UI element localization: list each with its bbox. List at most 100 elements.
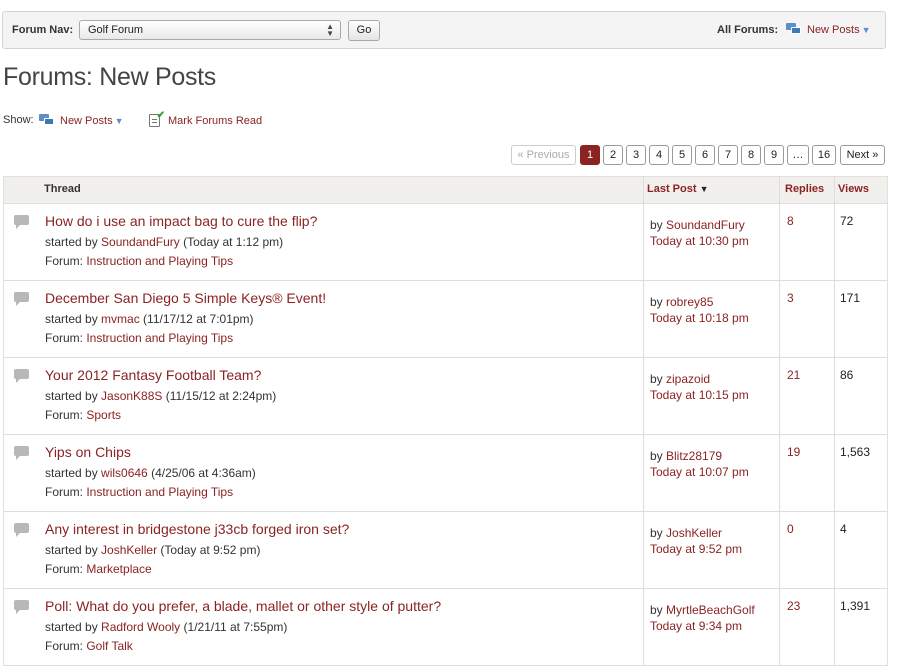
replies-count[interactable]: 23 [787,599,800,613]
last-post-time-link[interactable]: Today at 10:15 pm [650,388,749,402]
show-label: Show: [3,114,34,126]
last-poster-link[interactable]: zipazoid [666,372,710,386]
all-forums-new-posts-link[interactable]: New Posts ▼ [786,23,871,36]
forum-link[interactable]: Sports [86,408,121,422]
last-post-time-link[interactable]: Today at 9:34 pm [650,619,742,633]
forum-link[interactable]: Instruction and Playing Tips [86,331,233,345]
mark-forums-read-link[interactable]: ✔ Mark Forums Read [149,110,262,127]
page-button-2[interactable]: 2 [603,145,623,165]
page-title: Forums: New Posts [3,63,217,91]
next-page-button[interactable]: Next » [840,145,885,165]
forum-nav-selected: Golf Forum [88,24,144,36]
sort-desc-icon: ▼ [699,184,709,194]
thread-forum: Forum: Golf Talk [45,639,133,653]
replies-count[interactable]: 21 [787,368,800,382]
thread-author-link[interactable]: JasonK88S [101,389,162,403]
thread-started-by: started by Radford Wooly (1/21/11 at 7:5… [45,620,288,634]
thread-column-header[interactable]: Thread [44,183,81,195]
thread-title-link[interactable]: Poll: What do you prefer, a blade, malle… [45,598,441,614]
views-count: 86 [840,368,854,382]
show-bar: Show: New Posts ▼ ✔ Mark Forums Read [3,110,262,127]
last-poster-link[interactable]: Blitz28179 [666,449,722,463]
threads-table: Thread Last Post ▼ Replies Views How do … [3,176,888,666]
thread-status-icon [14,523,29,537]
last-post-by: by JoshKeller [650,526,723,540]
table-row: Any interest in bridgestone j33cb forged… [4,512,887,589]
replies-count[interactable]: 0 [787,522,794,536]
thread-started-by: started by mvmac (11/17/12 at 7:01pm) [45,312,254,326]
forum-link[interactable]: Instruction and Playing Tips [86,254,233,268]
thread-author-link[interactable]: JoshKeller [101,543,157,557]
thread-status-icon [14,600,29,614]
thread-forum: Forum: Instruction and Playing Tips [45,331,234,345]
thread-started-by: started by JasonK88S (11/15/12 at 2:24pm… [45,389,277,403]
forum-link[interactable]: Golf Talk [86,639,132,653]
table-row: Your 2012 Fantasy Football Team? started… [4,358,887,435]
thread-status-icon [14,215,29,229]
table-row: How do i use an impact bag to cure the f… [4,204,887,281]
views-column-header[interactable]: Views [838,183,869,195]
show-new-posts-label: New Posts [60,115,113,127]
table-header: Thread Last Post ▼ Replies Views [4,177,887,204]
page-button-5[interactable]: 5 [672,145,692,165]
last-poster-link[interactable]: SoundandFury [666,218,745,232]
forum-nav-select[interactable]: Golf Forum ▲ ▼ [79,20,341,40]
page-button-7[interactable]: 7 [718,145,738,165]
thread-started-by: started by JoshKeller (Today at 9:52 pm) [45,543,261,557]
thread-title-link[interactable]: Your 2012 Fantasy Football Team? [45,367,261,383]
last-poster-link[interactable]: robrey85 [666,295,713,309]
page-button-3[interactable]: 3 [626,145,646,165]
thread-forum: Forum: Marketplace [45,562,152,576]
views-count: 1,563 [840,445,871,459]
last-post-time-link[interactable]: Today at 10:07 pm [650,465,749,479]
page-ellipsis-button[interactable]: … [787,145,809,165]
last-poster-link[interactable]: JoshKeller [666,526,722,540]
page-button-4[interactable]: 4 [649,145,669,165]
page-button-1[interactable]: 1 [580,145,600,165]
table-row: Yips on Chips started by wils0646 (4/25/… [4,435,887,512]
thread-author-link[interactable]: mvmac [101,312,140,326]
views-count: 4 [840,522,847,536]
thread-started-by: started by SoundandFury (Today at 1:12 p… [45,235,284,249]
replies-count[interactable]: 19 [787,445,800,459]
page-button-6[interactable]: 6 [695,145,715,165]
all-forums-label: All Forums: [717,24,779,36]
replies-count[interactable]: 3 [787,291,794,305]
thread-author-link[interactable]: SoundandFury [101,235,180,249]
go-button[interactable]: Go [348,20,380,41]
thread-status-icon [14,446,29,460]
last-post-by: by zipazoid [650,372,711,386]
views-count: 72 [840,214,854,228]
views-count: 1,391 [840,599,871,613]
thread-forum: Forum: Instruction and Playing Tips [45,485,234,499]
page-button-9[interactable]: 9 [764,145,784,165]
replies-count[interactable]: 8 [787,214,794,228]
forum-link[interactable]: Instruction and Playing Tips [86,485,233,499]
new-posts-link-label: New Posts [807,24,860,36]
last-post-by: by SoundandFury [650,218,745,232]
replies-column-header[interactable]: Replies [785,183,824,195]
clipboard-check-icon: ✔ [149,110,165,127]
thread-forum: Forum: Sports [45,408,122,422]
page-button-8[interactable]: 8 [741,145,761,165]
last-post-time-link[interactable]: Today at 10:30 pm [650,234,749,248]
forum-link[interactable]: Marketplace [86,562,151,576]
last-post-time-link[interactable]: Today at 10:18 pm [650,311,749,325]
table-row: December San Diego 5 Simple Keys® Event!… [4,281,887,358]
thread-title-link[interactable]: December San Diego 5 Simple Keys® Event! [45,290,326,306]
last-post-header-label: Last Post [647,183,697,195]
thread-title-link[interactable]: Any interest in bridgestone j33cb forged… [45,521,349,537]
thread-title-link[interactable]: Yips on Chips [45,444,131,460]
show-new-posts-link[interactable]: New Posts ▼ [39,114,124,127]
thread-author-link[interactable]: wils0646 [101,466,148,480]
thread-author-link[interactable]: Radford Wooly [101,620,180,634]
last-poster-link[interactable]: MyrtleBeachGolf [666,603,755,617]
page-button-16[interactable]: 16 [812,145,836,165]
last-post-column-header[interactable]: Last Post ▼ [647,183,709,195]
dropdown-arrow-icon: ▼ [861,25,871,35]
last-post-time-link[interactable]: Today at 9:52 pm [650,542,742,556]
previous-page-button[interactable]: « Previous [511,145,576,165]
thread-title-link[interactable]: How do i use an impact bag to cure the f… [45,213,317,229]
new-posts-icon [786,23,802,35]
thread-forum: Forum: Instruction and Playing Tips [45,254,234,268]
